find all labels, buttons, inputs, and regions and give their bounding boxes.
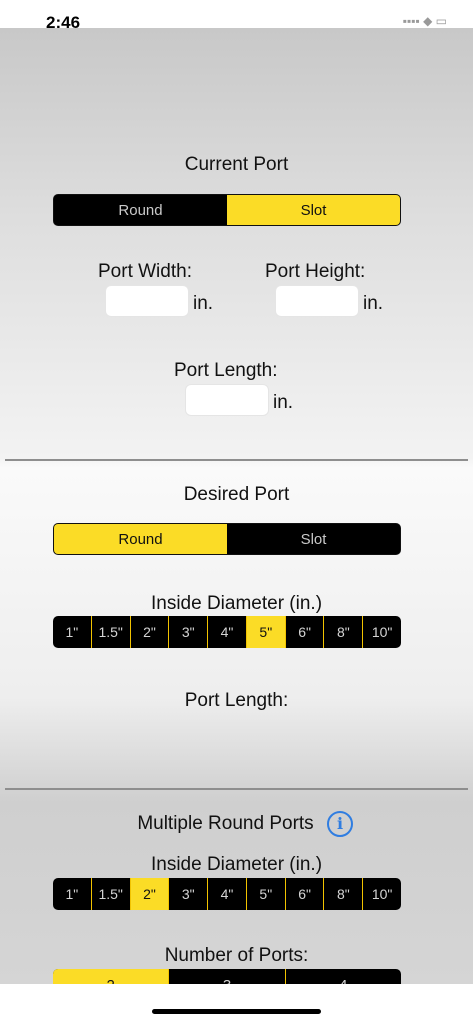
port-height-input[interactable] [275,285,359,317]
port-width-unit: in. [193,293,214,314]
desired-port-type-segment[interactable]: Round Slot [53,523,401,555]
diameter-option[interactable]: 8" [323,616,362,648]
current-port-title: Current Port [184,154,289,175]
diameter-option[interactable]: 4" [207,878,246,910]
port-width-label: Port Width: [98,261,192,282]
diameter-option[interactable]: 2" [129,616,169,648]
port-count-option[interactable]: 3 [168,969,284,984]
current-port-type-segment[interactable]: Round Slot [53,194,401,226]
desired-port-slot-option[interactable]: Slot [227,524,400,554]
info-icon[interactable]: i [327,811,353,837]
diameter-option[interactable]: 4" [207,616,246,648]
port-width-input[interactable] [105,285,189,317]
current-port-round-option[interactable]: Round [54,195,227,225]
desired-diameter-label: Inside Diameter (in.) [150,593,323,614]
desired-diameter-segment[interactable]: 1" 1.5" 2" 3" 4" 5" 6" 8" 10" [53,616,401,648]
multiple-ports-title: Multiple Round Ports [137,813,314,834]
current-port-length-unit: in. [273,392,294,413]
diameter-option-selected[interactable]: 5" [245,616,285,648]
diameter-option[interactable]: 6" [284,878,324,910]
port-height-unit: in. [363,293,384,314]
diameter-option[interactable]: 1" [53,616,91,648]
diameter-option[interactable]: 10" [362,878,401,910]
status-bar: 2:46 ▪▪▪▪ ◆ ▭ [0,0,473,28]
diameter-option[interactable]: 5" [245,878,285,910]
section-divider [5,788,468,790]
desired-port-round-option[interactable]: Round [54,524,227,554]
diameter-option[interactable]: 1.5" [90,616,130,648]
port-count-option-selected[interactable]: 2 [53,969,169,984]
content-area[interactable]: Current Port Round Slot Port Width: in. … [0,28,473,984]
diameter-option[interactable]: 1.5" [90,878,130,910]
multiple-diameter-label: Inside Diameter (in.) [150,854,323,875]
diameter-option[interactable]: 10" [362,616,401,648]
diameter-option[interactable]: 1" [53,878,91,910]
multiple-diameter-segment[interactable]: 1" 1.5" 2" 3" 4" 5" 6" 8" 10" [53,878,401,910]
current-port-length-input[interactable] [185,384,269,416]
section-divider [5,459,468,461]
number-of-ports-segment[interactable]: 2 3 4 [53,969,401,984]
home-indicator[interactable] [152,1009,321,1014]
diameter-option[interactable]: 3" [168,616,207,648]
current-port-length-label: Port Length: [174,360,278,381]
diameter-option[interactable]: 3" [168,878,207,910]
current-port-slot-option[interactable]: Slot [227,195,400,225]
diameter-option[interactable]: 6" [284,616,324,648]
status-time: 2:46 [46,13,81,28]
desired-port-title: Desired Port [183,484,290,505]
diameter-option[interactable]: 8" [323,878,362,910]
diameter-option-selected[interactable]: 2" [129,878,169,910]
multiple-ports-header: Multiple Round Ports i [0,811,473,839]
home-indicator-area [0,984,473,1024]
status-icons: ▪▪▪▪ ◆ ▭ [402,14,447,28]
port-height-label: Port Height: [265,261,366,282]
desired-port-length-label: Port Length: [184,690,289,711]
number-of-ports-label: Number of Ports: [164,945,309,966]
port-count-option[interactable]: 4 [284,969,401,984]
